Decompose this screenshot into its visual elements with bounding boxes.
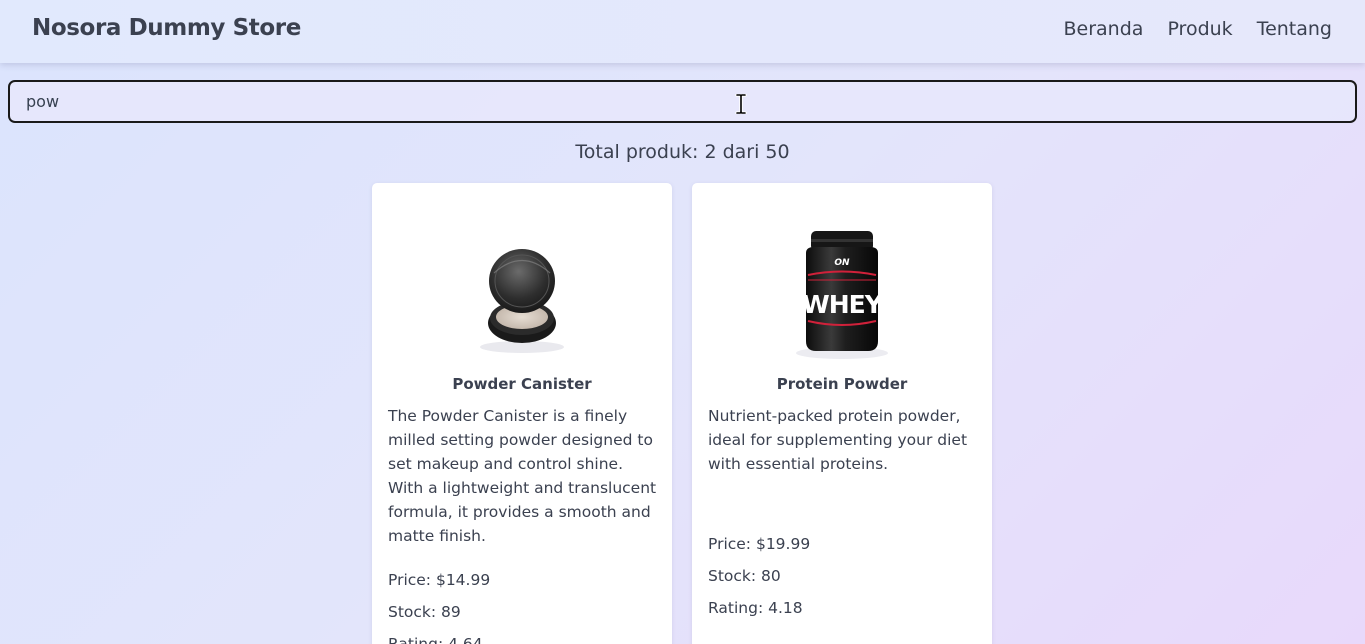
brand-title[interactable]: Nosora Dummy Store [32,15,301,41]
product-card[interactable]: ON WHEY Protein Powder Nutrient-packed p… [692,183,992,644]
tub-product-label: WHEY [802,290,884,319]
search-input[interactable] [8,80,1357,123]
protein-tub-image: ON WHEY [796,231,888,359]
product-title[interactable]: Powder Canister [372,375,672,393]
product-card[interactable]: Powder Canister The Powder Canister is a… [372,183,672,644]
nav-link-tentang[interactable]: Tentang [1257,18,1332,40]
navbar: Nosora Dummy Store Beranda Produk Tentan… [0,0,1365,63]
search-bar [8,80,1357,123]
product-rating: Rating: 4.18 [708,599,803,617]
nav-link-beranda[interactable]: Beranda [1064,18,1144,40]
product-rating: Rating: 4.64 [388,635,483,644]
nav-links: Beranda Produk Tentang [1064,18,1333,40]
product-price: Price: $14.99 [388,571,491,589]
product-description: Nutrient-packed protein powder, ideal fo… [708,407,968,473]
tub-brand-label: ON [834,258,850,268]
product-stock: Stock: 80 [708,567,781,585]
product-price: Price: $19.99 [708,535,811,553]
product-description: The Powder Canister is a finely milled s… [388,407,657,545]
powder-compact-image [480,249,564,353]
product-count: Total produk: 2 dari 50 [575,141,790,163]
product-title[interactable]: Protein Powder [692,375,992,393]
product-stock: Stock: 89 [388,603,461,621]
nav-link-produk[interactable]: Produk [1167,18,1232,40]
